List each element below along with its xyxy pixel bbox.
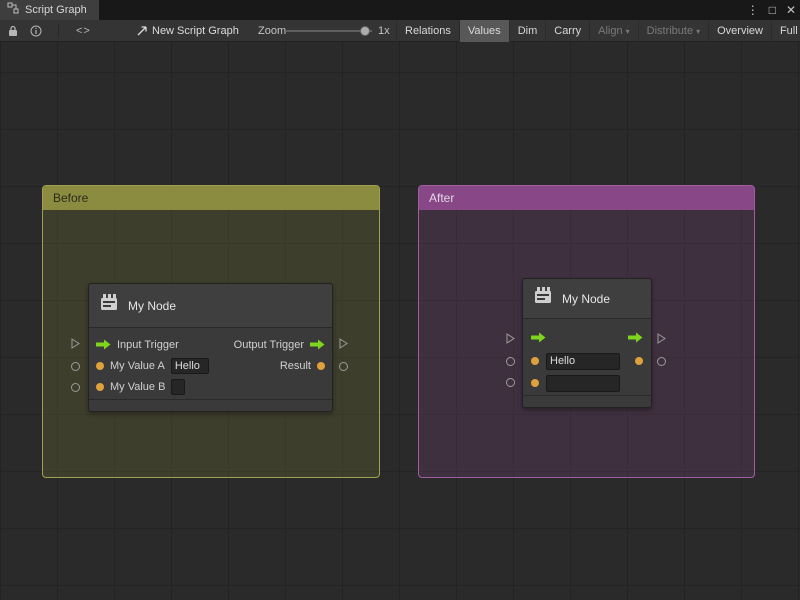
value-b-input[interactable] bbox=[546, 375, 620, 392]
result-port-icon[interactable] bbox=[635, 357, 643, 365]
carry-button[interactable]: Carry bbox=[545, 20, 589, 42]
group-before-title: Before bbox=[53, 191, 88, 205]
before-node-footer bbox=[89, 399, 332, 411]
external-trigger-port[interactable] bbox=[71, 338, 80, 349]
distribute-dropdown[interactable]: Distribute▾ bbox=[638, 20, 708, 42]
values-button[interactable]: Values bbox=[459, 20, 509, 42]
value-b-port-icon[interactable] bbox=[96, 383, 104, 391]
tab-bar: Script Graph ⋮ □ ✕ bbox=[0, 0, 800, 20]
chevron-down-icon: ▾ bbox=[696, 27, 700, 36]
external-trigger-port[interactable] bbox=[339, 338, 348, 349]
value-b-port-icon[interactable] bbox=[531, 379, 539, 387]
dim-button[interactable]: Dim bbox=[509, 20, 546, 42]
value-b-label: My Value B bbox=[110, 381, 165, 393]
value-a-input[interactable] bbox=[546, 353, 620, 370]
toolbar-separator bbox=[58, 24, 59, 38]
group-before-header[interactable]: Before bbox=[43, 186, 379, 210]
before-node-title: My Node bbox=[128, 299, 176, 313]
maximize-icon[interactable]: □ bbox=[769, 0, 776, 20]
result-label: Result bbox=[280, 360, 311, 372]
input-trigger-port-icon[interactable] bbox=[531, 332, 546, 343]
graph-toolbar: <> New Script Graph Zoom 1x Relations Va… bbox=[0, 20, 800, 42]
graph-asset-icon bbox=[136, 20, 148, 42]
relations-button[interactable]: Relations bbox=[396, 20, 459, 42]
unit-icon bbox=[532, 285, 554, 312]
after-node-title: My Node bbox=[562, 292, 610, 306]
external-trigger-port[interactable] bbox=[657, 333, 666, 344]
value-b-row: My Value B bbox=[89, 376, 332, 397]
tab-script-graph[interactable]: Script Graph bbox=[0, 0, 99, 20]
info-icon[interactable] bbox=[30, 20, 42, 42]
value-a-port-icon[interactable] bbox=[96, 362, 104, 370]
input-trigger-label: Input Trigger bbox=[117, 339, 179, 351]
zoom-slider-knob[interactable] bbox=[360, 26, 370, 36]
value-a-input[interactable] bbox=[171, 358, 209, 374]
value-b-row bbox=[523, 373, 651, 393]
trigger-row: Input Trigger Output Trigger bbox=[89, 334, 332, 355]
kebab-menu-icon[interactable]: ⋮ bbox=[747, 0, 759, 20]
chevron-down-icon: ▾ bbox=[626, 27, 630, 36]
lock-icon[interactable] bbox=[8, 20, 18, 42]
before-node-header[interactable]: My Node bbox=[89, 284, 332, 328]
external-value-port[interactable] bbox=[657, 357, 666, 366]
value-a-row: My Value A Result bbox=[89, 355, 332, 376]
overview-button[interactable]: Overview bbox=[708, 20, 771, 42]
after-node-header[interactable]: My Node bbox=[523, 279, 651, 319]
after-node[interactable]: My Node bbox=[522, 278, 652, 408]
before-node[interactable]: My Node Input Trigger Output Trigger bbox=[88, 283, 333, 412]
external-value-port[interactable] bbox=[506, 357, 515, 366]
value-a-port-icon[interactable] bbox=[531, 357, 539, 365]
external-value-port[interactable] bbox=[506, 378, 515, 387]
toolbar-buttons: Relations Values Dim Carry Align▾ Distri… bbox=[396, 20, 800, 42]
external-value-port[interactable] bbox=[71, 362, 80, 371]
external-trigger-port[interactable] bbox=[506, 333, 515, 344]
graph-breadcrumb[interactable]: New Script Graph bbox=[152, 20, 239, 42]
trigger-row bbox=[523, 327, 651, 347]
zoom-slider[interactable] bbox=[286, 30, 372, 32]
output-trigger-port-icon[interactable] bbox=[310, 339, 325, 350]
window-controls: ⋮ □ ✕ bbox=[747, 0, 796, 20]
group-after-title: After bbox=[429, 191, 454, 205]
zoom-label: Zoom bbox=[258, 20, 286, 42]
graph-canvas[interactable]: Before After My Node bbox=[0, 42, 800, 600]
output-trigger-label: Output Trigger bbox=[234, 339, 304, 351]
after-node-footer bbox=[523, 395, 651, 407]
fullscreen-button[interactable]: Full Screen bbox=[771, 20, 800, 42]
output-trigger-port-icon[interactable] bbox=[628, 332, 643, 343]
value-b-input[interactable] bbox=[171, 379, 185, 395]
align-dropdown[interactable]: Align▾ bbox=[589, 20, 637, 42]
unit-icon bbox=[98, 292, 120, 319]
zoom-value: 1x bbox=[378, 20, 390, 42]
tab-title: Script Graph bbox=[25, 4, 87, 16]
script-graph-window: Script Graph ⋮ □ ✕ <> New Script Graph Z… bbox=[0, 0, 800, 600]
close-icon[interactable]: ✕ bbox=[786, 0, 796, 20]
value-a-row bbox=[523, 351, 651, 371]
code-view-icon[interactable]: <> bbox=[76, 20, 91, 42]
group-after-header[interactable]: After bbox=[419, 186, 754, 210]
input-trigger-port-icon[interactable] bbox=[96, 339, 111, 350]
value-a-label: My Value A bbox=[110, 360, 165, 372]
external-value-port[interactable] bbox=[71, 383, 80, 392]
graph-tab-icon bbox=[7, 1, 19, 19]
result-port-icon[interactable] bbox=[317, 362, 325, 370]
external-value-port[interactable] bbox=[339, 362, 348, 371]
before-node-ports: Input Trigger Output Trigger My Value A bbox=[89, 328, 332, 397]
